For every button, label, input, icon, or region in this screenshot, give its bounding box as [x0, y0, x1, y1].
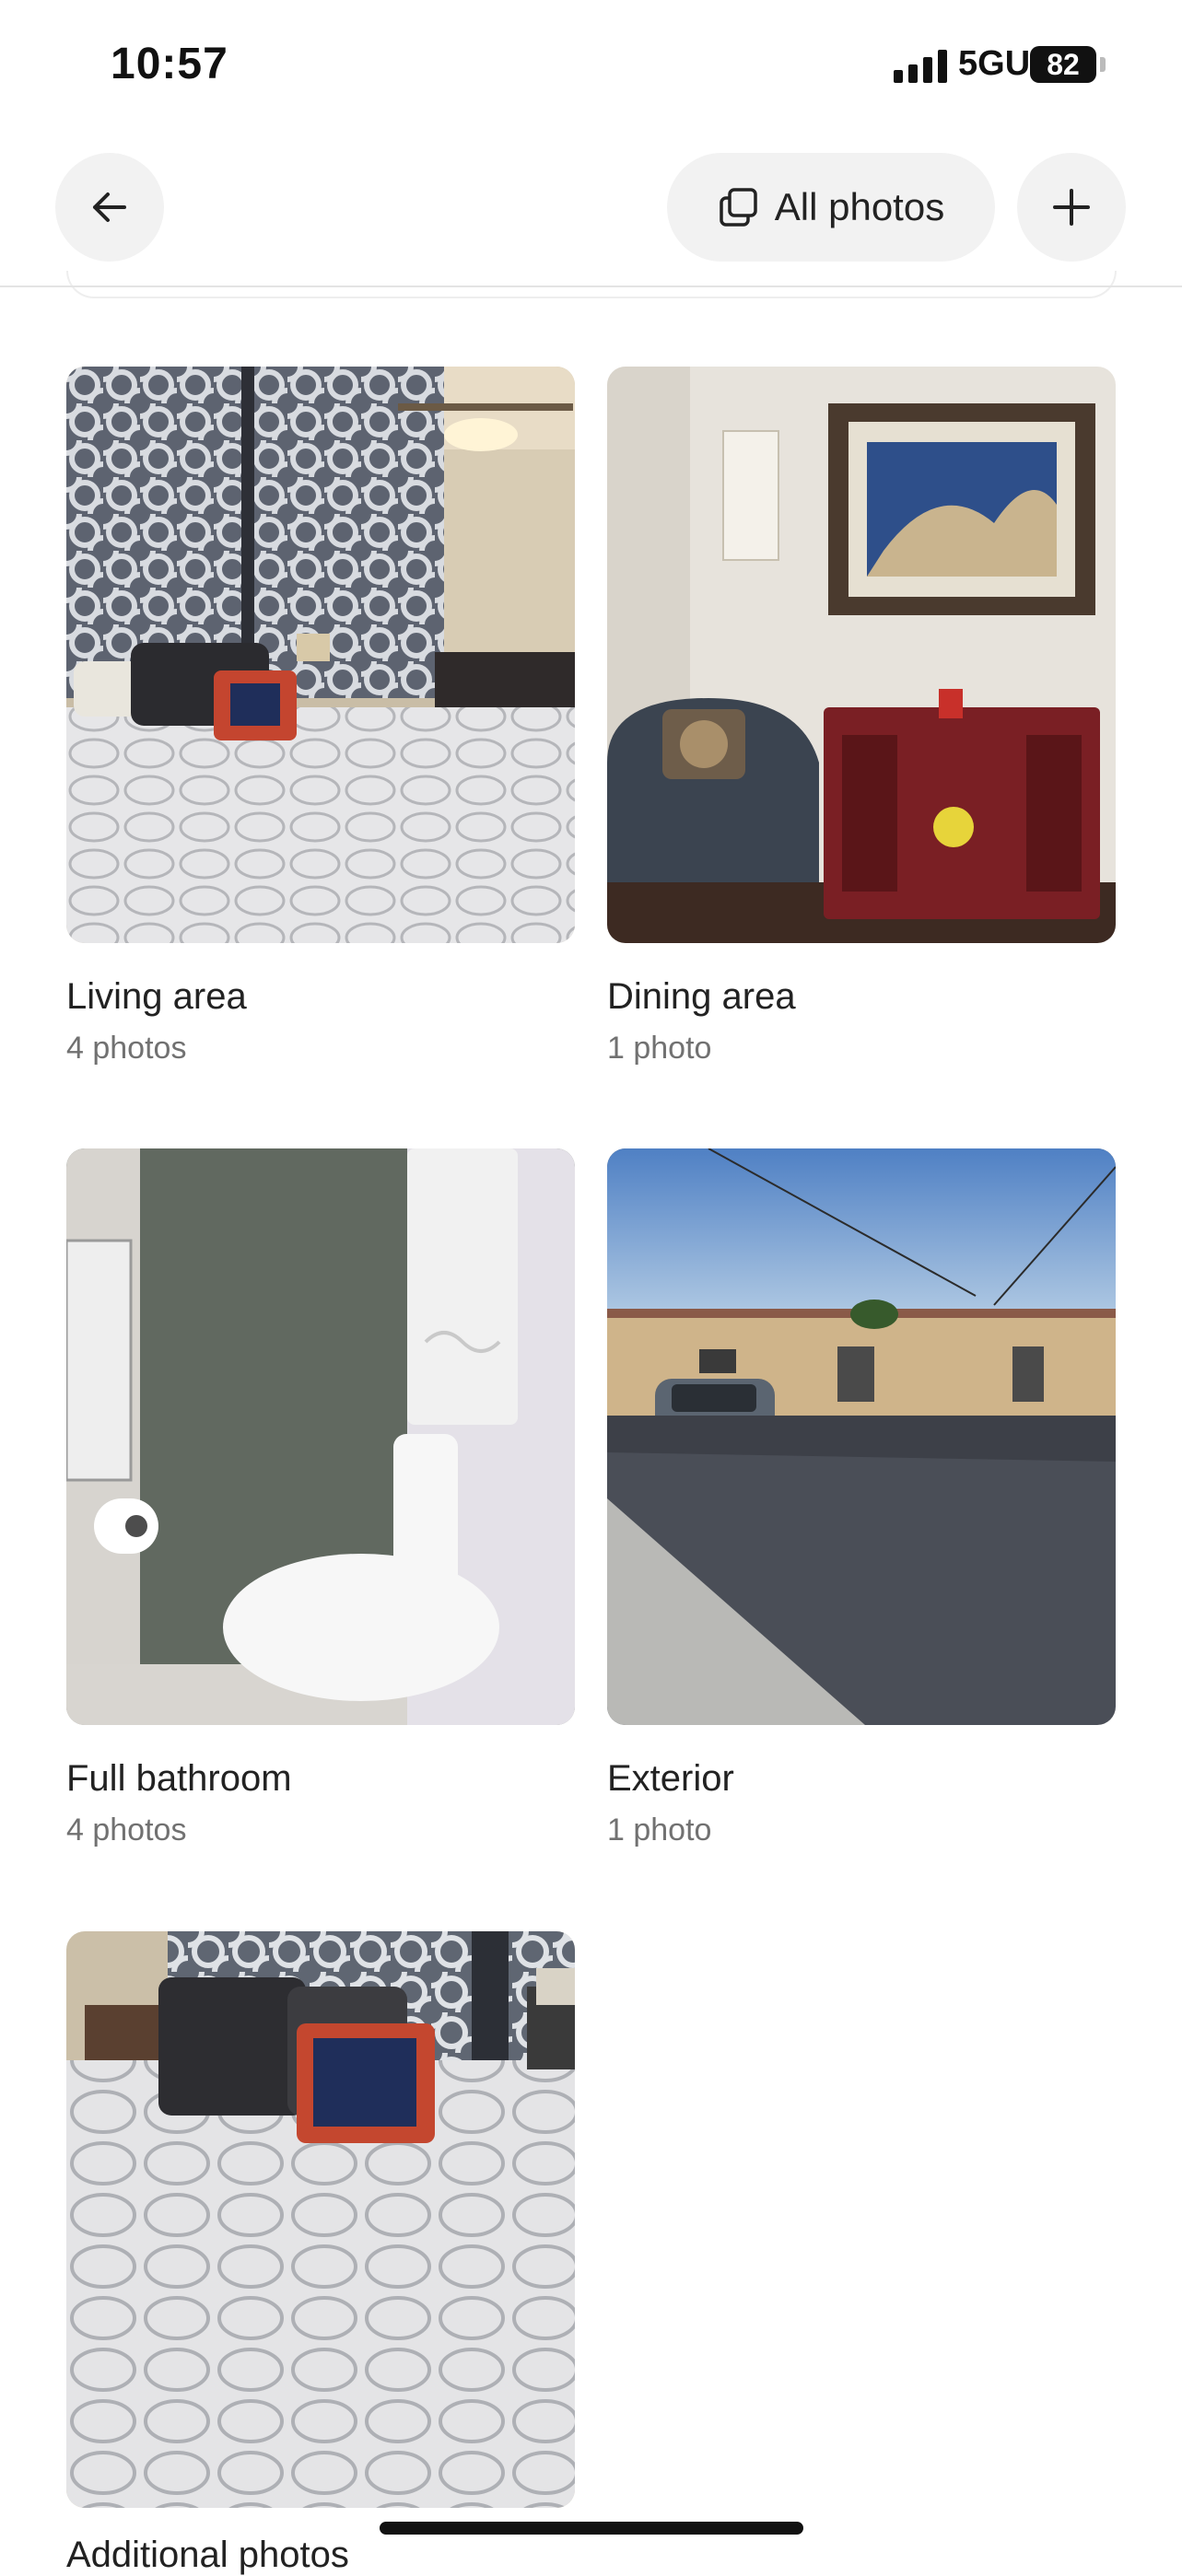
all-photos-button[interactable]: All photos — [667, 153, 995, 262]
category-title: Full bathroom — [66, 1758, 292, 1799]
additional-photos-photo[interactable] — [66, 1931, 575, 2508]
dining-room-image — [607, 367, 1116, 943]
photo-stack-icon — [720, 188, 757, 227]
exterior-image — [607, 1148, 1116, 1725]
category-count: 1 photo — [607, 1031, 712, 1066]
photo-category-card[interactable]: Exterior 1 photo — [607, 1148, 1116, 1848]
category-title: Dining area — [607, 976, 796, 1017]
category-title: Living area — [66, 976, 247, 1017]
status-time: 10:57 — [111, 40, 228, 88]
bed-image — [66, 1931, 575, 2508]
signal-icon — [894, 48, 949, 83]
home-indicator[interactable] — [380, 2522, 803, 2535]
nav-divider — [0, 286, 1182, 287]
scrolled-content-edge — [66, 271, 1117, 298]
photo-category-card[interactable]: Dining area 1 photo — [607, 367, 1116, 1067]
category-count: 4 photos — [66, 1813, 187, 1847]
category-title: Additional photos — [66, 2535, 349, 2575]
bedroom-image — [66, 367, 575, 943]
living-area-photo[interactable] — [66, 367, 575, 943]
status-bar: 10:57 5GUC 82 — [0, 0, 1182, 129]
battery-level: 82 — [1047, 47, 1080, 81]
add-button[interactable] — [1017, 153, 1126, 262]
dining-area-photo[interactable] — [607, 367, 1116, 943]
bathroom-image — [66, 1148, 575, 1725]
category-title: Exterior — [607, 1758, 734, 1799]
photo-category-card[interactable]: Living area 4 photos — [66, 367, 575, 1067]
plus-icon — [1053, 189, 1090, 226]
photo-category-card[interactable]: Full bathroom 4 photos — [66, 1148, 575, 1848]
category-count: 4 photos — [66, 1031, 187, 1066]
back-button[interactable] — [55, 153, 164, 262]
top-nav: All photos — [0, 147, 1182, 267]
battery-tip — [1100, 57, 1106, 72]
exterior-photo[interactable] — [607, 1148, 1116, 1725]
full-bathroom-photo[interactable] — [66, 1148, 575, 1725]
all-photos-label: All photos — [774, 185, 945, 228]
photo-category-card[interactable] — [66, 1931, 575, 2508]
arrow-left-icon — [93, 192, 126, 222]
battery-icon: 82 — [1030, 46, 1096, 83]
category-count: 1 photo — [607, 1813, 712, 1847]
